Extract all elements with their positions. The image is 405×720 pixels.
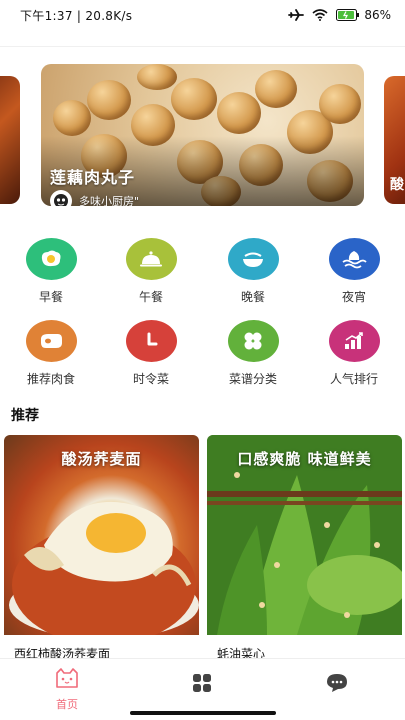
category-dinner[interactable]: 晚餐 [208,238,298,305]
category-label: 人气排行 [329,372,378,386]
author-avatar [50,190,72,206]
category-recipe-types[interactable]: 菜谱分类 [208,320,298,387]
recipe-card[interactable]: 口感爽脆 味道鲜美 蚝油菜心 [207,435,402,665]
bowl-icon [227,238,279,280]
egg-icon [25,238,77,280]
airplane-icon [288,9,305,21]
category-breakfast[interactable]: 早餐 [6,238,96,305]
chat-bubble-icon [326,673,348,697]
status-time-speed: 下午1:37 | 20.8K/s [20,8,133,23]
category-label: 夜宵 [341,290,366,304]
category-label: 时令菜 [132,372,169,386]
banner-title: 莲藕肉丸子 [50,168,136,187]
banner-next-slide[interactable]: 酸 [384,76,405,204]
wifi-icon [312,9,328,21]
recipe-card[interactable]: 酸汤荞麦面 西红柿酸汤荞麦面 [4,435,199,665]
meat-icon [25,320,77,362]
battery-icon [336,9,360,21]
cat-face-icon [54,667,80,693]
category-label: 早餐 [38,290,63,304]
banner-carousel[interactable]: 莲藕肉丸子 多味小厨房" 酸 [0,64,405,206]
banner-next-title: 酸 [390,177,404,193]
grid-icon [192,673,212,697]
nav-home[interactable]: 首页 [37,667,97,712]
recipe-caption: 酸汤荞麦面 [61,450,142,468]
recipe-caption: 口感爽脆 味道鲜美 [237,450,372,468]
category-late-night[interactable]: 夜宵 [309,238,399,305]
status-icons: 86% [288,8,391,22]
category-label: 菜谱分类 [228,372,277,386]
header-divider [0,46,405,47]
category-label: 晚餐 [240,290,265,304]
clover-icon [227,320,279,362]
cloche-icon [125,238,177,280]
banner-author-name: 多味小厨房" [79,195,140,206]
nav-categories[interactable] [172,673,232,697]
nav-home-label: 首页 [56,698,78,711]
category-label: 午餐 [138,290,163,304]
clock-icon [125,320,177,362]
ranking-icon [328,320,380,362]
home-indicator[interactable] [130,711,276,715]
banner-prev-slide[interactable] [0,76,20,204]
category-label: 推荐肉食 [26,372,75,386]
banner-author: 多味小厨房" [50,190,139,206]
recommend-title: 推荐 [11,408,39,424]
category-ranking[interactable]: 人气排行 [309,320,399,387]
avatar-icon [54,194,68,206]
battery-percent: 86% [364,8,391,22]
category-lunch[interactable]: 午餐 [106,238,196,305]
category-meat[interactable]: 推荐肉食 [6,320,96,387]
battery-indicator: 86% [336,8,391,22]
nav-messages[interactable] [307,673,367,697]
status-bar: 下午1:37 | 20.8K/s 86% [0,0,405,30]
banner-main-slide[interactable]: 莲藕肉丸子 多味小厨房" [41,64,364,206]
category-seasonal[interactable]: 时令菜 [106,320,196,387]
moon-wave-icon [328,238,380,280]
